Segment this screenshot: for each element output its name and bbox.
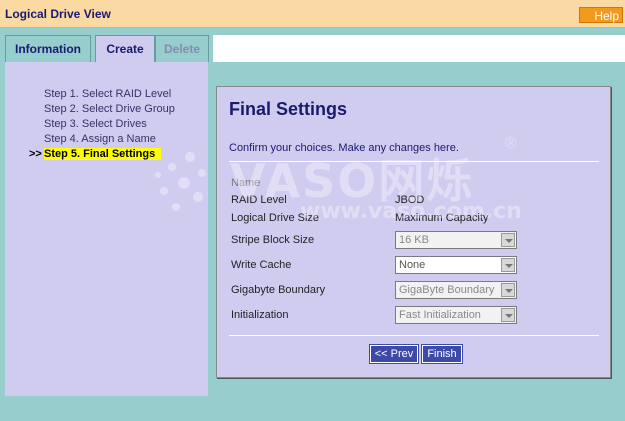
tab-information[interactable]: Information [5,35,91,62]
chevron-down-icon [501,308,515,322]
tab-bar-fill [213,35,625,62]
drive-size-label: Logical Drive Size [231,212,320,224]
gigabyte-boundary-value: GigaByte Boundary [399,284,495,296]
wizard-step-label: Step 5. Final Settings [44,148,162,160]
wizard-step-label: Step 2. Select Drive Group [44,103,175,115]
chevron-down-icon [501,283,515,297]
wizard-step-2: Step 2. Select Drive Group [5,103,208,115]
finish-button[interactable]: Finish [421,344,463,364]
tab-create[interactable]: Create [95,35,155,62]
raid-level-value: JBOD [395,194,425,206]
wizard-step-4: Step 4. Assign a Name [5,133,208,145]
window-title: Logical Drive View [5,7,111,21]
stripe-block-label: Stripe Block Size [231,234,315,246]
tab-bar: Information Create Delete [0,28,625,62]
help-button[interactable]: Help [579,7,623,23]
field-drive-size-row: Logical Drive Size Maximum Capacity [231,209,601,229]
title-bar: Logical Drive View Help [0,0,625,28]
field-stripe-block-row: Stripe Block Size 16 KB [231,231,601,251]
wizard-step-3: Step 3. Select Drives [5,118,208,130]
wizard-steps-panel: Step 1. Select RAID Level Step 2. Select… [5,62,208,396]
page-title: Final Settings [229,99,348,119]
write-cache-label: Write Cache [231,259,292,271]
final-settings-panel: Final Settings Confirm your choices. Mak… [216,86,611,378]
chevron-down-icon [501,233,515,247]
wizard-step-label: Step 1. Select RAID Level [44,88,172,100]
gigabyte-boundary-select: GigaByte Boundary [395,281,517,299]
wizard-step-label: Step 4. Assign a Name [44,133,156,145]
gigabyte-boundary-label: Gigabyte Boundary [231,284,326,296]
current-step-marker: >> [29,148,42,160]
stripe-block-value: 16 KB [399,234,429,246]
field-initialization-row: Initialization Fast Initialization [231,306,601,326]
drive-size-value: Maximum Capacity [395,212,489,224]
wizard-steps-list: Step 1. Select RAID Level Step 2. Select… [5,88,208,163]
initialization-select: Fast Initialization [395,306,517,324]
raid-level-label: RAID Level [231,194,287,206]
tab-delete: Delete [155,35,209,62]
write-cache-value: None [399,259,426,271]
wizard-step-1: Step 1. Select RAID Level [5,88,208,100]
name-label: Name [231,177,261,189]
page-subtitle: Confirm your choices. Make any changes h… [229,142,459,154]
field-write-cache-row: Write Cache None [231,256,601,276]
divider-bottom [229,335,599,336]
stripe-block-select: 16 KB [395,231,517,249]
field-gigabyte-boundary-row: Gigabyte Boundary GigaByte Boundary [231,281,601,301]
write-cache-select[interactable]: None [395,256,517,274]
chevron-down-icon[interactable] [501,258,515,272]
divider-top [229,161,599,162]
prev-button[interactable]: << Prev [369,344,419,364]
field-raid-level-row: RAID Level JBOD [231,191,601,211]
initialization-value: Fast Initialization [399,309,481,321]
wizard-step-5-current: >> Step 5. Final Settings [5,148,208,160]
main-content: Final Settings Confirm your choices. Mak… [213,62,625,396]
wizard-step-label: Step 3. Select Drives [44,118,147,130]
initialization-label: Initialization [231,309,289,321]
